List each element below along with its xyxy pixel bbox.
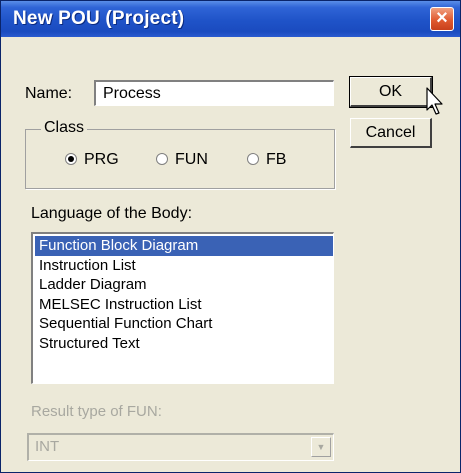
result-type-value: INT <box>35 438 60 455</box>
dropdown-arrow-icon: ▼ <box>311 437 331 457</box>
cancel-button[interactable]: Cancel <box>350 118 432 148</box>
radio-prg[interactable]: PRG <box>65 151 119 169</box>
name-input[interactable]: Process <box>94 80 334 106</box>
radio-fun[interactable]: FUN <box>156 151 208 169</box>
window-title: New POU (Project) <box>13 8 185 29</box>
radio-fb[interactable]: FB <box>247 151 286 169</box>
close-button[interactable]: × <box>430 7 454 31</box>
close-icon: × <box>436 7 448 29</box>
language-listbox[interactable]: Function Block Diagram Instruction List … <box>31 232 334 384</box>
list-item[interactable]: Instruction List <box>35 256 333 276</box>
radio-fb-label: FB <box>266 151 287 168</box>
list-item[interactable]: Function Block Diagram <box>35 236 333 256</box>
new-pou-dialog: New POU (Project) × Name: Process OK Can… <box>0 0 461 473</box>
radio-prg-label: PRG <box>84 151 119 168</box>
list-item[interactable]: Ladder Diagram <box>35 275 333 295</box>
ok-button[interactable]: OK <box>349 76 433 108</box>
title-bar: New POU (Project) × <box>1 1 460 37</box>
radio-fun-label: FUN <box>175 151 208 168</box>
mouse-pointer-icon <box>426 87 443 115</box>
result-type-label: Result type of FUN: <box>31 403 162 420</box>
language-label: Language of the Body: <box>31 205 193 222</box>
class-group-title: Class <box>41 119 88 137</box>
radio-unselected-icon <box>247 153 259 165</box>
list-item[interactable]: MELSEC Instruction List <box>35 295 333 315</box>
list-item[interactable]: Structured Text <box>35 334 333 354</box>
name-label: Name: <box>25 85 73 102</box>
radio-unselected-icon <box>156 153 168 165</box>
radio-selected-icon <box>65 153 77 165</box>
list-item[interactable]: Sequential Function Chart <box>35 314 333 334</box>
result-type-select: INT ▼ <box>27 433 334 461</box>
